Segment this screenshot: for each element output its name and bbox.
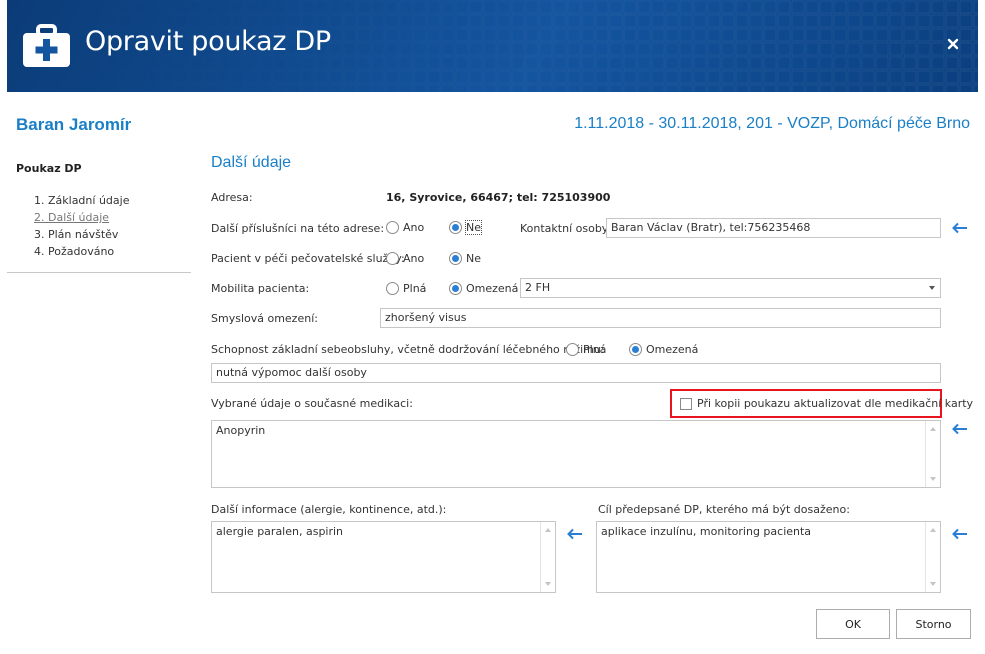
scrollbar[interactable] bbox=[925, 522, 940, 592]
self-care-full-radio[interactable]: Plná bbox=[566, 343, 606, 356]
contact-persons-label: Kontaktní osoby: bbox=[520, 222, 612, 235]
scrollbar[interactable] bbox=[540, 522, 555, 592]
care-service-yes-radio[interactable]: Ano bbox=[386, 252, 424, 265]
medication-card-highlight: Při kopii poukazu aktualizovat dle medik… bbox=[670, 389, 973, 418]
medication-textarea[interactable]: Anopyrin bbox=[211, 420, 941, 488]
dialog-title: Opravit poukaz DP bbox=[85, 26, 331, 57]
goal-textarea[interactable]: aplikace inzulínu, monitoring pacienta bbox=[596, 521, 941, 593]
relatives-yes-radio[interactable]: Ano bbox=[386, 221, 424, 234]
dialog-header: Opravit poukaz DP bbox=[7, 0, 978, 92]
arrow-left-icon[interactable] bbox=[952, 528, 968, 540]
scroll-down-icon[interactable] bbox=[930, 582, 936, 586]
sensory-field[interactable]: zhoršený visus bbox=[380, 308, 941, 328]
address-value: 16, Syrovice, 66467; tel: 725103900 bbox=[386, 191, 611, 204]
coverage-period: 1.11.2018 - 30.11.2018, 201 - VOZP, Domá… bbox=[574, 115, 970, 132]
care-service-label: Pacient v péči pečovatelské služby: bbox=[211, 252, 405, 265]
section-title: Další údaje bbox=[211, 154, 292, 171]
goal-value: aplikace inzulínu, monitoring pacienta bbox=[601, 525, 812, 538]
radio-circle bbox=[449, 221, 462, 234]
radio-circle bbox=[629, 343, 642, 356]
radio-circle bbox=[386, 252, 399, 265]
mobility-full-radio[interactable]: Plná bbox=[386, 282, 426, 295]
goal-label: Cíl předepsané DP, kterého má být dosaže… bbox=[598, 503, 850, 516]
nav-title: Poukaz DP bbox=[16, 162, 82, 175]
radio-label: Plná bbox=[583, 343, 607, 356]
scrollbar[interactable] bbox=[925, 421, 940, 487]
nav-item-other-info[interactable]: 2. Další údaje bbox=[34, 209, 129, 226]
scroll-up-icon[interactable] bbox=[930, 528, 936, 532]
radio-label: Omezená bbox=[646, 343, 699, 356]
nav-item-required[interactable]: 4. Požadováno bbox=[34, 243, 129, 260]
radio-label: Ano bbox=[403, 252, 425, 265]
nav-item-visit-plan[interactable]: 3. Plán návštěv bbox=[34, 226, 129, 243]
radio-label: Omezená bbox=[466, 282, 519, 295]
medical-kit-icon bbox=[23, 24, 70, 67]
mobility-label: Mobilita pacienta: bbox=[211, 282, 310, 295]
arrow-left-icon[interactable] bbox=[952, 423, 968, 435]
scroll-down-icon[interactable] bbox=[930, 477, 936, 481]
mobility-limited-radio[interactable]: Omezená bbox=[449, 282, 518, 295]
cancel-button[interactable]: Storno bbox=[896, 609, 971, 639]
self-care-field[interactable]: nutná výpomoc další osoby bbox=[211, 363, 941, 383]
step-nav: 1. Základní údaje 2. Další údaje 3. Plán… bbox=[34, 192, 129, 260]
nav-item-basic-info[interactable]: 1. Základní údaje bbox=[34, 192, 129, 209]
self-care-label: Schopnost základní sebeobsluhy, včetně d… bbox=[211, 343, 605, 356]
checkbox-box bbox=[680, 397, 692, 410]
radio-circle bbox=[449, 252, 462, 265]
nav-divider bbox=[7, 272, 191, 273]
ok-button[interactable]: OK bbox=[816, 609, 890, 639]
scroll-up-icon[interactable] bbox=[930, 427, 936, 431]
arrow-left-icon[interactable] bbox=[567, 528, 583, 540]
scroll-down-icon[interactable] bbox=[545, 582, 551, 586]
contact-persons-field[interactable]: Baran Václav (Bratr), tel:756235468 bbox=[606, 218, 941, 238]
radio-label: Plná bbox=[403, 282, 427, 295]
relatives-label: Další příslušníci na této adrese: bbox=[211, 222, 385, 235]
mobility-select[interactable]: 2 FH bbox=[520, 278, 941, 298]
radio-label: Ne bbox=[466, 252, 481, 265]
radio-label: Ne bbox=[465, 220, 482, 235]
other-info-value: alergie paralen, aspirin bbox=[216, 525, 344, 538]
sensory-label: Smyslová omezení: bbox=[211, 312, 318, 325]
other-info-textarea[interactable]: alergie paralen, aspirin bbox=[211, 521, 556, 593]
radio-circle bbox=[566, 343, 579, 356]
arrow-left-icon[interactable] bbox=[952, 222, 968, 234]
radio-label: Ano bbox=[403, 221, 425, 234]
medication-value: Anopyrin bbox=[216, 424, 266, 437]
self-care-limited-radio[interactable]: Omezená bbox=[629, 343, 698, 356]
checkbox-label: Při kopii poukazu aktualizovat dle medik… bbox=[697, 397, 974, 410]
patient-name: Baran Jaromír bbox=[16, 115, 132, 134]
radio-circle bbox=[386, 221, 399, 234]
close-icon[interactable] bbox=[945, 36, 961, 52]
care-service-no-radio[interactable]: Ne bbox=[449, 252, 481, 265]
relatives-no-radio[interactable]: Ne bbox=[449, 220, 482, 235]
update-from-medication-card-checkbox[interactable]: Při kopii poukazu aktualizovat dle medik… bbox=[680, 397, 973, 410]
mobility-select-value: 2 FH bbox=[525, 281, 551, 294]
radio-circle bbox=[449, 282, 462, 295]
other-info-label: Další informace (alergie, kontinence, at… bbox=[211, 503, 447, 516]
radio-circle bbox=[386, 282, 399, 295]
chevron-down-icon bbox=[929, 286, 935, 290]
medication-label: Vybrané údaje o současné medikaci: bbox=[211, 397, 413, 410]
scroll-up-icon[interactable] bbox=[545, 528, 551, 532]
address-label: Adresa: bbox=[211, 191, 253, 204]
